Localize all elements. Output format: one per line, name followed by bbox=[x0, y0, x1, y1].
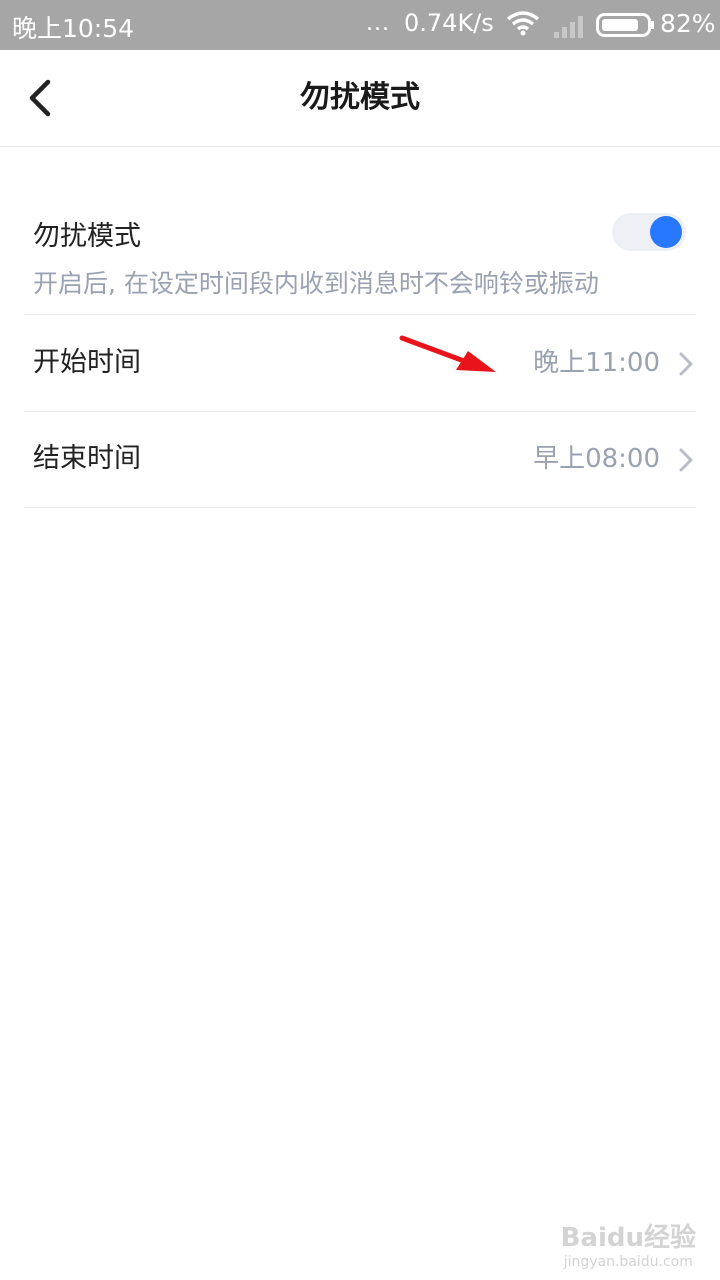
start-time-row[interactable]: 开始时间 晚上11:00 bbox=[24, 315, 696, 412]
status-bar: 晚上10:54 ... 0.74K/s 82% bbox=[0, 0, 720, 50]
battery-percent: 82% bbox=[660, 9, 716, 38]
end-time-row[interactable]: 结束时间 早上08:00 bbox=[24, 411, 696, 508]
chevron-right-icon bbox=[679, 352, 693, 376]
baidu-watermark: Baidu经验 jingyan.baidu.com bbox=[561, 1217, 696, 1270]
end-time-label: 结束时间 bbox=[33, 443, 141, 474]
annotation-arrow-icon bbox=[399, 335, 496, 372]
dnd-toggle[interactable] bbox=[612, 213, 686, 251]
signal-icon bbox=[554, 16, 583, 38]
chevron-right-icon bbox=[679, 448, 693, 472]
more-notifications-icon: ... bbox=[366, 11, 390, 36]
battery-icon bbox=[596, 13, 654, 37]
start-time-label: 开始时间 bbox=[33, 347, 141, 378]
status-time: 晚上10:54 bbox=[12, 14, 135, 43]
network-speed: 0.74K/s bbox=[404, 9, 494, 37]
wifi-icon bbox=[506, 11, 540, 36]
end-time-value: 早上08:00 bbox=[533, 444, 660, 474]
watermark-logo: Baidu经验 bbox=[560, 1223, 696, 1253]
toggle-knob bbox=[650, 216, 682, 248]
dnd-description: 开启后, 在设定时间段内收到消息时不会响铃或振动 bbox=[33, 269, 599, 298]
watermark-url: jingyan.baidu.com bbox=[563, 1254, 693, 1270]
page-title: 勿扰模式 bbox=[300, 80, 420, 115]
dnd-label: 勿扰模式 bbox=[33, 221, 141, 252]
start-time-value: 晚上11:00 bbox=[533, 348, 660, 378]
dnd-setting: 勿扰模式 开启后, 在设定时间段内收到消息时不会响铃或振动 bbox=[24, 196, 696, 315]
nav-bar: 勿扰模式 bbox=[0, 50, 720, 147]
